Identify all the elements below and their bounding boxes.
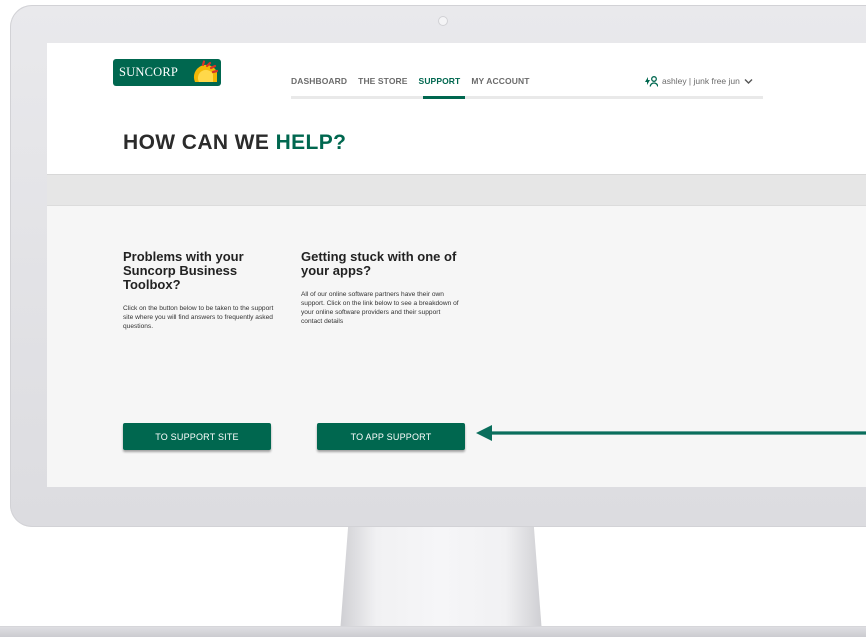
main-nav: DASHBOARD THE STORE SUPPORT MY ACCOUNT xyxy=(291,76,540,86)
suncorp-logo[interactable]: SUNCORP xyxy=(113,59,221,86)
nav-the-store[interactable]: THE STORE xyxy=(358,76,407,86)
app-support-description: All of our online software partners have… xyxy=(301,291,459,325)
support-site-description: Click on the button below to be taken to… xyxy=(123,305,274,330)
nav-dashboard[interactable]: DASHBOARD xyxy=(291,76,347,86)
nav-my-account[interactable]: MY ACCOUNT xyxy=(471,76,529,86)
sun-logo-icon xyxy=(189,60,219,85)
app-support-section: Getting stuck with one of your apps? All… xyxy=(301,250,461,326)
stage: SUNCORP DASHBOARD THE STORE SUPPORT MY A… xyxy=(0,0,866,637)
user-switch-icon xyxy=(645,76,658,87)
nav-underline-track xyxy=(291,96,763,99)
screen: SUNCORP DASHBOARD THE STORE SUPPORT MY A… xyxy=(47,43,866,487)
gray-band xyxy=(47,174,866,206)
logo-text: SUNCORP xyxy=(119,65,179,79)
to-support-site-button[interactable]: TO SUPPORT SITE xyxy=(123,423,271,450)
to-app-support-button[interactable]: TO APP SUPPORT xyxy=(317,423,465,450)
arrow-left-icon xyxy=(476,425,866,441)
app-support-heading: Getting stuck with one of your apps? xyxy=(301,249,457,278)
support-site-section: Problems with your Suncorp Business Tool… xyxy=(123,250,283,331)
user-name: ashley | junk free jun xyxy=(662,76,740,86)
monitor-neck xyxy=(340,527,542,633)
page-title-prefix: HOW CAN WE xyxy=(123,131,270,154)
monitor-base xyxy=(0,626,866,637)
nav-active-indicator xyxy=(423,96,465,99)
page-title: HOW CAN WE HELP? xyxy=(123,131,346,155)
chevron-down-icon xyxy=(744,78,753,84)
nav-support[interactable]: SUPPORT xyxy=(419,76,461,86)
user-menu[interactable]: ashley | junk free jun xyxy=(644,75,753,87)
page-title-accent: HELP? xyxy=(275,131,347,154)
support-site-heading: Problems with your Suncorp Business Tool… xyxy=(123,249,244,292)
camera-dot xyxy=(438,16,448,26)
